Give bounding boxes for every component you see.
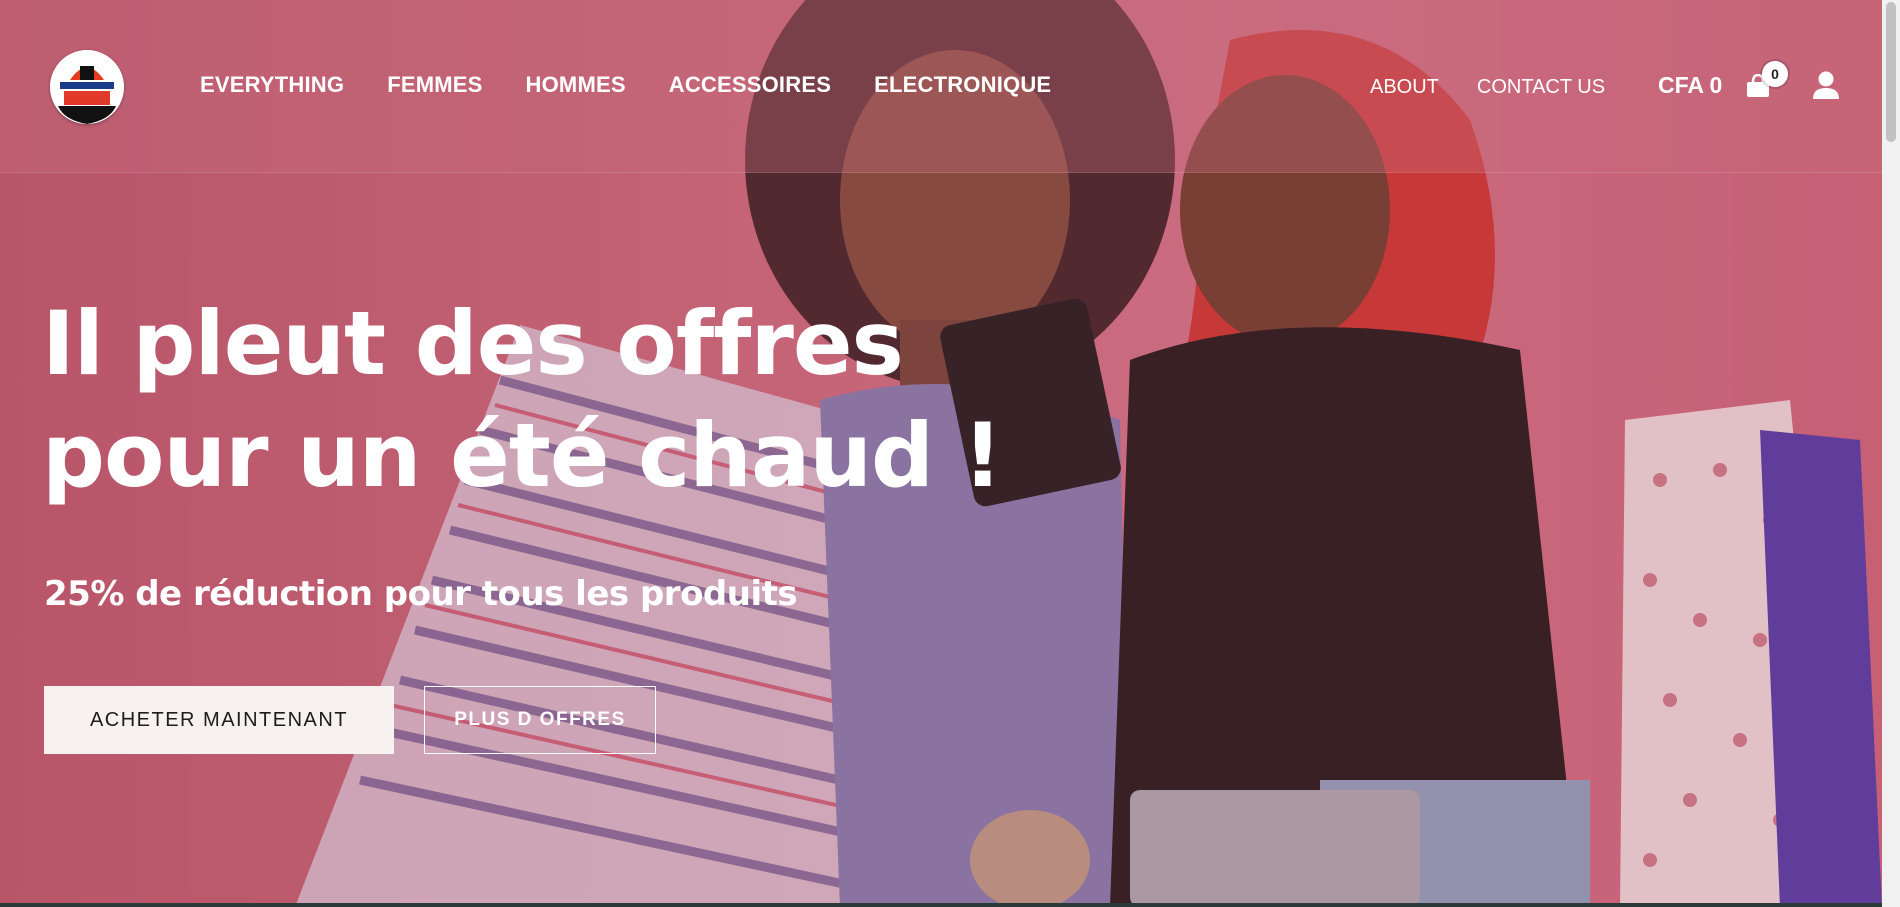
nav-femmes[interactable]: FEMMES [387, 72, 482, 98]
vertical-scrollbar[interactable] [1882, 0, 1900, 907]
page: EVERYTHING FEMMES HOMMES ACCESSOIRES ELE… [0, 0, 1882, 907]
nav-about[interactable]: ABOUT [1370, 76, 1439, 99]
scrollbar-thumb[interactable] [1886, 2, 1896, 142]
nav-electronique[interactable]: ELECTRONIQUE [874, 72, 1051, 98]
hero-headline: Il pleut des offres pour un été chaud ! [42, 288, 1042, 512]
nav-accessoires[interactable]: ACCESSOIRES [669, 72, 831, 98]
logo-icon[interactable] [50, 50, 124, 124]
headline-line-2: pour un été chaud ! [42, 404, 1003, 507]
cart-count-badge: 0 [1762, 61, 1788, 87]
nav-contact-us[interactable]: CONTACT US [1477, 76, 1605, 99]
secondary-nav: ABOUT CONTACT US [1370, 76, 1643, 99]
more-offers-button[interactable]: PLUS D OFFRES [424, 686, 656, 754]
main-nav: EVERYTHING FEMMES HOMMES ACCESSOIRES ELE… [200, 72, 1094, 98]
nav-everything[interactable]: EVERYTHING [200, 72, 344, 98]
nav-hommes[interactable]: HOMMES [526, 72, 626, 98]
shop-now-button[interactable]: ACHETER MAINTENANT [44, 686, 394, 754]
user-icon[interactable] [1811, 70, 1841, 100]
cart-total[interactable]: CFA 0 [1658, 72, 1722, 99]
headline-line-1: Il pleut des offres [42, 292, 904, 395]
page-bottom-edge [0, 903, 1882, 907]
site-header: EVERYTHING FEMMES HOMMES ACCESSOIRES ELE… [0, 0, 1882, 173]
hero-subtitle: 25% de réduction pour tous les produits [44, 574, 798, 614]
